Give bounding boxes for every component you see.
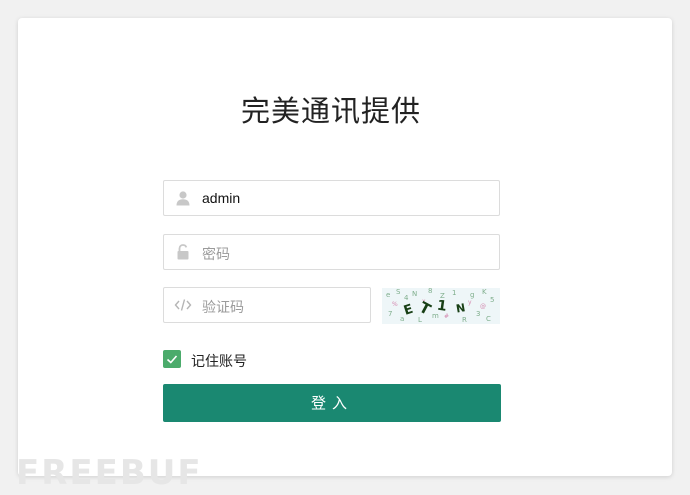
svg-text:g: g — [470, 291, 474, 299]
captcha-field[interactable]: 验证码 — [163, 287, 371, 323]
svg-text:y: y — [468, 299, 472, 306]
svg-text:4: 4 — [404, 294, 409, 302]
svg-text:7: 7 — [388, 310, 392, 318]
svg-text:C: C — [486, 315, 491, 323]
username-field[interactable]: admin — [163, 180, 500, 216]
lock-icon — [177, 244, 189, 260]
svg-text:N: N — [412, 290, 417, 298]
password-field[interactable]: 密码 — [163, 234, 500, 270]
svg-text:S: S — [396, 288, 401, 296]
password-placeholder: 密码 — [202, 247, 230, 263]
user-icon — [176, 191, 190, 206]
svg-text:K: K — [482, 288, 487, 296]
svg-text:1: 1 — [452, 289, 456, 297]
svg-text:R: R — [462, 316, 467, 324]
username-value: admin — [202, 190, 241, 206]
login-button[interactable]: 登入 — [163, 384, 501, 422]
svg-text:L: L — [418, 316, 422, 324]
remember-label: 记住账号 — [191, 354, 247, 370]
captcha-placeholder: 验证码 — [202, 300, 244, 316]
page-title: 完美通讯提供 — [240, 94, 421, 128]
svg-text:5: 5 — [490, 296, 494, 304]
svg-text:8: 8 — [428, 288, 432, 295]
svg-text:%: % — [392, 301, 398, 308]
captcha-image[interactable]: e S4 N 8Z 1gK 57a LmR 3Ci %#@ xy E T 1 N — [382, 288, 500, 324]
code-icon — [174, 299, 192, 311]
watermark-text: FREEBUF — [16, 453, 203, 490]
remember-checkbox[interactable] — [163, 350, 181, 368]
svg-text:3: 3 — [476, 310, 480, 318]
svg-text:@: @ — [480, 303, 486, 310]
freebuf-watermark: FREEBUF — [16, 453, 203, 490]
login-page: 完美通讯提供 admin 密码 验证码 eS4 N8Z 1gK 57a L m … — [0, 0, 690, 495]
svg-text:a: a — [400, 315, 404, 323]
svg-text:e: e — [386, 291, 390, 299]
check-icon — [166, 355, 178, 364]
